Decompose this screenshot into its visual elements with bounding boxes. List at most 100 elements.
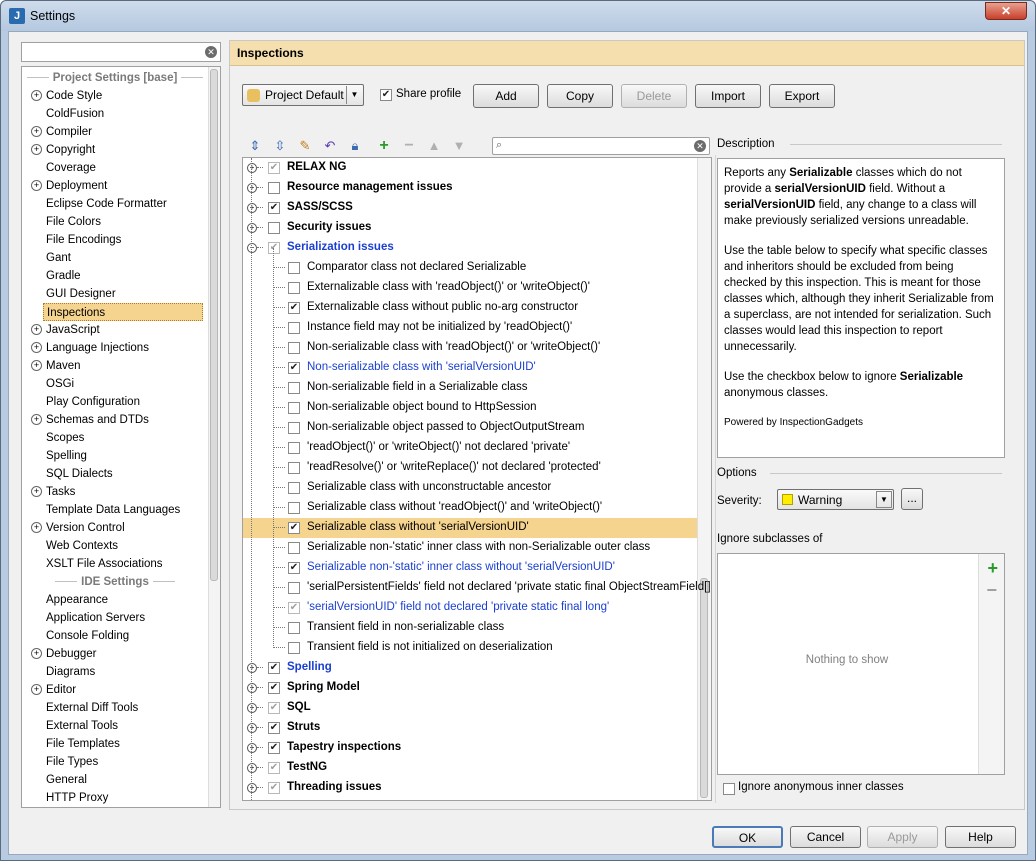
sidebar-item-file-colors[interactable]: File Colors	[46, 213, 101, 231]
expand-node-icon[interactable]: +	[31, 324, 42, 335]
expand-node-icon[interactable]: +	[247, 743, 257, 753]
inspection-checkbox[interactable]: ✔	[268, 662, 280, 674]
inspection-row[interactable]: Serializable class without 'readObject()…	[243, 498, 697, 518]
ignore-subclasses-list[interactable]: Nothing to show + −	[717, 553, 1005, 775]
expand-node-icon[interactable]: +	[31, 360, 42, 371]
delete-profile-button[interactable]: Delete	[621, 84, 687, 108]
inspection-checkbox[interactable]	[288, 542, 300, 554]
inspection-checkbox[interactable]	[288, 262, 300, 274]
sidebar-item-osgi[interactable]: OSGi	[46, 375, 74, 393]
inspection-checkbox[interactable]: ✔	[288, 602, 300, 614]
inspection-checkbox[interactable]: ✔	[268, 202, 280, 214]
splitter[interactable]	[715, 155, 716, 803]
remove-icon[interactable]: −	[401, 138, 417, 154]
inspection-checkbox[interactable]: ✔	[268, 242, 280, 254]
inspection-row[interactable]: ✔ Serializable class without 'serialVersi…	[243, 518, 697, 538]
inspection-checkbox[interactable]: ✔	[268, 682, 280, 694]
sidebar-item-compiler[interactable]: Compiler	[46, 123, 92, 141]
inspection-checkbox[interactable]	[288, 462, 300, 474]
sidebar-item-file-encodings[interactable]: File Encodings	[46, 231, 121, 249]
inspection-checkbox[interactable]	[288, 402, 300, 414]
expand-node-icon[interactable]: +	[31, 522, 42, 533]
move-down-icon[interactable]: ▼	[451, 138, 467, 154]
apply-button[interactable]: Apply	[867, 826, 938, 848]
sidebar-item-general[interactable]: General	[46, 771, 87, 789]
sidebar-item-code-style[interactable]: Code Style	[46, 87, 102, 105]
sidebar-item-inspections[interactable]: Inspections	[43, 303, 203, 321]
inspection-checkbox[interactable]: ✔	[268, 162, 280, 174]
inspection-checkbox[interactable]	[288, 482, 300, 494]
expand-node-icon[interactable]: +	[247, 183, 257, 193]
sidebar-item-scopes[interactable]: Scopes	[46, 429, 84, 447]
sidebar-item-tasks[interactable]: Tasks	[46, 483, 75, 501]
inspection-checkbox[interactable]	[288, 322, 300, 334]
sidebar-item-xslt-file-associations[interactable]: XSLT File Associations	[46, 555, 163, 573]
chevron-down-icon[interactable]: ▼	[876, 491, 892, 508]
sidebar-item-appearance[interactable]: Appearance	[46, 591, 108, 609]
inspection-group-row[interactable]: + ✔ Threading issues	[243, 778, 697, 798]
remove-icon[interactable]: −	[986, 580, 997, 601]
chevron-down-icon[interactable]: ▼	[346, 86, 362, 104]
inspection-row[interactable]: ✔ Non-serializable class with 'serialVers…	[243, 358, 697, 378]
inspection-group-row[interactable]: + ✔ Spelling	[243, 658, 697, 678]
inspection-row[interactable]: 'readResolve()' or 'writeReplace()' not …	[243, 458, 697, 478]
expand-node-icon[interactable]: +	[31, 126, 42, 137]
expand-node-icon[interactable]: +	[247, 683, 257, 693]
severity-dropdown[interactable]: Warning ▼	[777, 489, 894, 510]
sidebar-item-version-control[interactable]: Version Control	[46, 519, 125, 537]
expand-node-icon[interactable]: +	[247, 763, 257, 773]
import-profile-button[interactable]: Import	[695, 84, 761, 108]
expand-node-icon[interactable]: +	[31, 486, 42, 497]
clear-filter-icon[interactable]: ✕	[694, 140, 706, 152]
inspection-group-row[interactable]: + ✔ TestNG	[243, 758, 697, 778]
sidebar-item-http-proxy[interactable]: HTTP Proxy	[46, 789, 108, 807]
sidebar-item-javascript[interactable]: JavaScript	[46, 321, 100, 339]
add-icon[interactable]: +	[376, 138, 392, 154]
inspection-group-row[interactable]: + ✔ SASS/SCSS	[243, 198, 697, 218]
inspection-row[interactable]: Instance field may not be initialized by…	[243, 318, 697, 338]
sidebar-item-editor[interactable]: Editor	[46, 681, 76, 699]
inspection-group-row[interactable]: − ✔ Serialization issues	[243, 238, 697, 258]
inspection-row[interactable]: ✔ 'serialVersionUID' field not declared '…	[243, 598, 697, 618]
inspections-scrollbar[interactable]	[697, 158, 711, 800]
inspection-checkbox[interactable]	[288, 382, 300, 394]
sidebar-item-play-configuration[interactable]: Play Configuration	[46, 393, 140, 411]
sidebar-item-gant[interactable]: Gant	[46, 249, 71, 267]
inspection-checkbox[interactable]	[288, 282, 300, 294]
sidebar-item-maven[interactable]: Maven	[46, 357, 81, 375]
inspection-checkbox[interactable]: ✔	[288, 562, 300, 574]
sidebar-item-debugger[interactable]: Debugger	[46, 645, 97, 663]
inspection-checkbox[interactable]	[268, 222, 280, 234]
collapse-node-icon[interactable]: −	[247, 243, 257, 253]
sidebar-item-application-servers[interactable]: Application Servers	[46, 609, 145, 627]
clear-search-icon[interactable]: ✕	[205, 46, 217, 58]
expand-node-icon[interactable]: +	[247, 723, 257, 733]
inspection-filter-input[interactable]: ⌕ ✕	[492, 137, 710, 155]
export-profile-button[interactable]: Export	[769, 84, 835, 108]
expand-node-icon[interactable]: +	[31, 90, 42, 101]
ok-button[interactable]: OK	[712, 826, 783, 848]
expand-node-icon[interactable]: +	[247, 663, 257, 673]
inspection-row[interactable]: ✔ Serializable non-'static' inner class w…	[243, 558, 697, 578]
sidebar-item-sql-dialects[interactable]: SQL Dialects	[46, 465, 113, 483]
inspection-checkbox[interactable]: ✔	[288, 522, 300, 534]
edit-icon[interactable]: ✎	[297, 138, 313, 154]
collapse-all-icon[interactable]: ⇳	[272, 138, 288, 154]
nav-scrollbar[interactable]	[208, 67, 220, 807]
inspection-group-row[interactable]: + Security issues	[243, 218, 697, 238]
inspection-row[interactable]: Comparator class not declared Serializab…	[243, 258, 697, 278]
inspection-row[interactable]: Transient field in non-serializable clas…	[243, 618, 697, 638]
inspection-row[interactable]: Non-serializable object passed to Object…	[243, 418, 697, 438]
expand-node-icon[interactable]: +	[31, 684, 42, 695]
sidebar-item-web-contexts[interactable]: Web Contexts	[46, 537, 118, 555]
inspection-checkbox[interactable]: ✔	[268, 762, 280, 774]
inspection-group-row[interactable]: + ✔ SQL	[243, 698, 697, 718]
reset-icon[interactable]: ↶	[322, 138, 338, 154]
inspection-checkbox[interactable]	[288, 622, 300, 634]
sidebar-item-copyright[interactable]: Copyright	[46, 141, 95, 159]
sidebar-item-console-folding[interactable]: Console Folding	[46, 627, 129, 645]
ignore-anonymous-checkbox[interactable]	[723, 783, 735, 795]
sidebar-item-file-types[interactable]: File Types	[46, 753, 98, 771]
profile-dropdown[interactable]: Project Default ▼	[242, 84, 364, 106]
sidebar-item-deployment[interactable]: Deployment	[46, 177, 107, 195]
